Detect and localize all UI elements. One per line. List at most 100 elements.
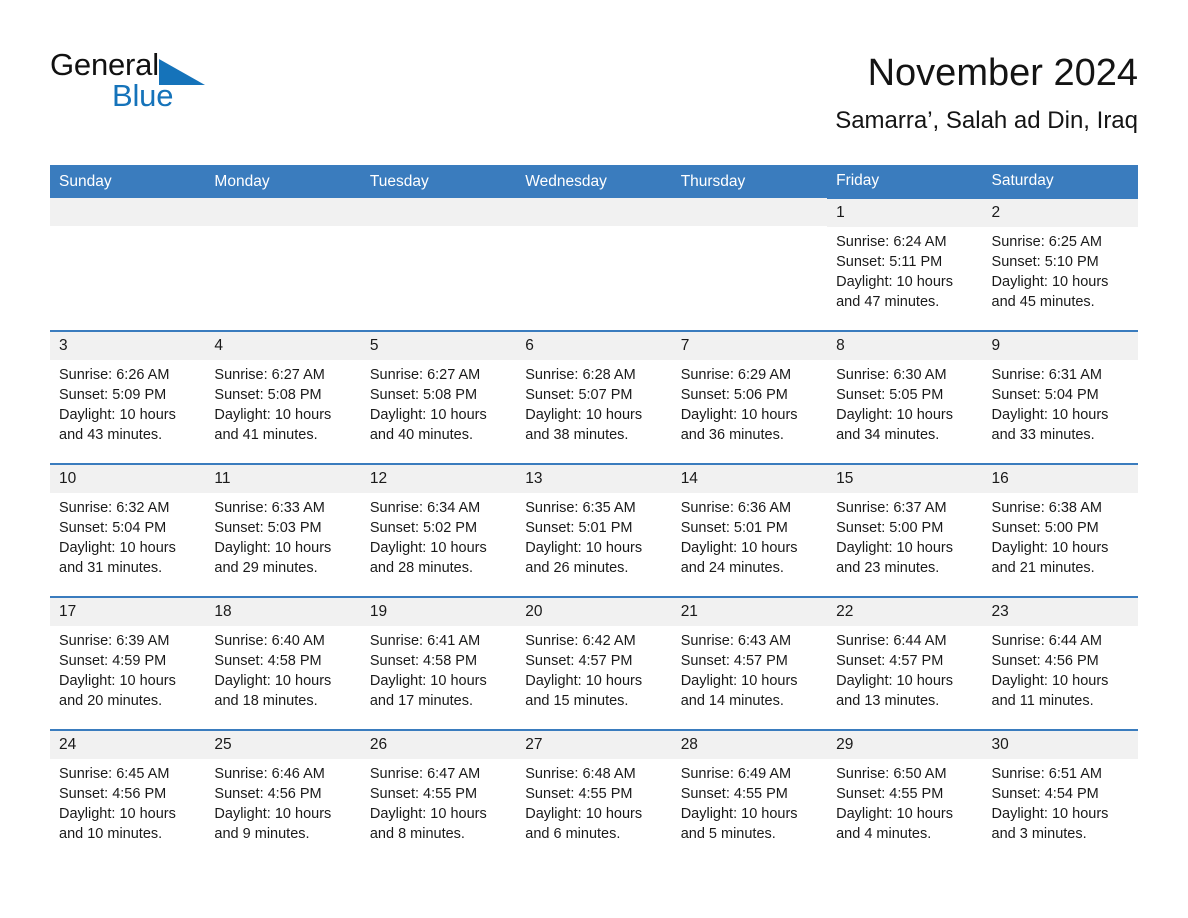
sunset-text: Sunset: 5:01 PM (525, 520, 633, 536)
calendar-day-cell-empty (360, 198, 517, 331)
day-number: 19 (360, 598, 517, 626)
day-info: Sunrise: 6:25 AM Sunset: 5:10 PM Daylight:… (983, 227, 1138, 312)
daylight-text: Daylight: 10 hours and 24 minutes. (680, 540, 798, 576)
day-number (360, 198, 517, 226)
daylight-text: Daylight: 10 hours and 36 minutes. (680, 407, 798, 443)
calendar-day-cell[interactable]: 26 Sunrise: 6:47 AM Sunset: 4:55 PM Dayligh… (360, 729, 517, 863)
calendar-week-row: 17 Sunrise: 6:39 AM Sunset: 4:59 PM Dayligh… (50, 596, 1138, 730)
day-info: Sunrise: 6:38 AM Sunset: 5:00 PM Daylight:… (983, 493, 1138, 578)
daylight-text: Daylight: 10 hours and 33 minutes. (991, 407, 1109, 443)
sunset-text: Sunset: 4:55 PM (525, 786, 633, 802)
day-number: 15 (827, 465, 983, 493)
sunrise-text: Sunrise: 6:26 AM (59, 367, 170, 383)
sunrise-text: Sunrise: 6:33 AM (214, 500, 325, 516)
day-number: 11 (205, 465, 361, 493)
sunset-text: Sunset: 5:08 PM (369, 387, 478, 403)
weekday-header-sunday: Sunday (50, 165, 206, 198)
daylight-text: Daylight: 10 hours and 4 minutes. (836, 806, 953, 842)
daylight-text: Daylight: 10 hours and 15 minutes. (525, 673, 643, 709)
day-number (50, 198, 206, 226)
sunset-text: Sunset: 5:10 PM (991, 254, 1099, 270)
daylight-text: Daylight: 10 hours and 34 minutes. (836, 407, 953, 443)
day-number: 17 (50, 598, 206, 626)
sunrise-text: Sunrise: 6:38 AM (991, 500, 1102, 516)
day-number: 30 (982, 731, 1138, 759)
day-info: Sunrise: 6:45 AM Sunset: 4:56 PM Daylight:… (50, 759, 205, 844)
sunrise-text: Sunrise: 6:41 AM (369, 633, 481, 649)
daylight-text: Daylight: 10 hours and 13 minutes. (836, 673, 953, 709)
weekday-header-monday: Monday (205, 165, 361, 198)
day-info: Sunrise: 6:46 AM Sunset: 4:56 PM Daylight:… (205, 759, 360, 844)
calendar-day-cell[interactable]: 29 Sunrise: 6:50 AM Sunset: 4:55 PM Dayligh… (827, 729, 983, 863)
sunset-text: Sunset: 5:00 PM (836, 520, 944, 536)
calendar-week-row: 10 Sunrise: 6:32 AM Sunset: 5:04 PM Dayligh… (50, 463, 1138, 597)
calendar-day-cell[interactable]: 3 Sunrise: 6:26 AM Sunset: 5:09 PM Daylight… (50, 330, 206, 464)
logo-flag-icon (159, 59, 205, 85)
calendar-day-cell[interactable]: 12 Sunrise: 6:34 AM Sunset: 5:02 PM Dayligh… (360, 463, 517, 597)
sunrise-text: Sunrise: 6:28 AM (525, 367, 636, 383)
day-info: Sunrise: 6:28 AM Sunset: 5:07 PM Daylight:… (516, 360, 671, 445)
calendar-day-cell[interactable]: 28 Sunrise: 6:49 AM Sunset: 4:55 PM Dayligh… (671, 729, 828, 863)
calendar-day-cell[interactable]: 16 Sunrise: 6:38 AM Sunset: 5:00 PM Dayligh… (982, 463, 1138, 597)
day-info: Sunrise: 6:36 AM Sunset: 5:01 PM Daylight:… (672, 493, 827, 578)
daylight-text: Daylight: 10 hours and 41 minutes. (214, 407, 332, 443)
calendar-day-cell[interactable]: 20 Sunrise: 6:42 AM Sunset: 4:57 PM Dayligh… (516, 596, 672, 730)
calendar-day-cell[interactable]: 13 Sunrise: 6:35 AM Sunset: 5:01 PM Dayligh… (516, 463, 672, 597)
sunset-text: Sunset: 4:56 PM (214, 786, 322, 802)
calendar-day-cell[interactable]: 9 Sunrise: 6:31 AM Sunset: 5:04 PM Daylight… (982, 330, 1138, 464)
day-number: 24 (50, 731, 206, 759)
daylight-text: Daylight: 10 hours and 43 minutes. (59, 407, 176, 443)
calendar-day-cell-empty (205, 198, 361, 331)
calendar-day-cell[interactable]: 4 Sunrise: 6:27 AM Sunset: 5:08 PM Daylight… (205, 330, 361, 464)
calendar-day-cell[interactable]: 24 Sunrise: 6:45 AM Sunset: 4:56 PM Dayligh… (50, 729, 206, 863)
logo-text-general: General (50, 47, 159, 82)
calendar-body: 1 Sunrise: 6:24 AM Sunset: 5:11 PM Daylight… (50, 197, 1138, 863)
day-info: Sunrise: 6:51 AM Sunset: 4:54 PM Daylight:… (983, 759, 1138, 844)
calendar-day-cell[interactable]: 19 Sunrise: 6:41 AM Sunset: 4:58 PM Dayligh… (360, 596, 517, 730)
daylight-text: Daylight: 10 hours and 23 minutes. (836, 540, 953, 576)
daylight-text: Daylight: 10 hours and 31 minutes. (59, 540, 176, 576)
calendar-day-cell[interactable]: 15 Sunrise: 6:37 AM Sunset: 5:00 PM Dayligh… (827, 463, 983, 597)
sunrise-text: Sunrise: 6:44 AM (991, 633, 1102, 649)
calendar-table: Sunday Monday Tuesday Wednesday Thursday… (50, 165, 1138, 863)
weekday-header-tuesday: Tuesday (360, 165, 517, 198)
calendar-day-cell[interactable]: 7 Sunrise: 6:29 AM Sunset: 5:06 PM Daylight… (671, 330, 828, 464)
sunset-text: Sunset: 4:57 PM (525, 653, 633, 669)
calendar-day-cell[interactable]: 21 Sunrise: 6:43 AM Sunset: 4:57 PM Dayligh… (671, 596, 828, 730)
sunrise-text: Sunrise: 6:43 AM (680, 633, 792, 649)
daylight-text: Daylight: 10 hours and 14 minutes. (680, 673, 798, 709)
day-info: Sunrise: 6:37 AM Sunset: 5:00 PM Daylight:… (827, 493, 982, 578)
calendar-day-cell[interactable]: 14 Sunrise: 6:36 AM Sunset: 5:01 PM Dayligh… (671, 463, 828, 597)
sunset-text: Sunset: 4:55 PM (680, 786, 788, 802)
calendar-day-cell[interactable]: 11 Sunrise: 6:33 AM Sunset: 5:03 PM Dayligh… (205, 463, 361, 597)
day-info: Sunrise: 6:48 AM Sunset: 4:55 PM Daylight:… (516, 759, 671, 844)
calendar-day-cell[interactable]: 22 Sunrise: 6:44 AM Sunset: 4:57 PM Dayligh… (827, 596, 983, 730)
sunset-text: Sunset: 5:07 PM (525, 387, 633, 403)
sunset-text: Sunset: 4:55 PM (836, 786, 944, 802)
day-info: Sunrise: 6:40 AM Sunset: 4:58 PM Daylight:… (205, 626, 360, 711)
calendar-day-cell[interactable]: 30 Sunrise: 6:51 AM Sunset: 4:54 PM Dayligh… (982, 729, 1138, 863)
sunset-text: Sunset: 4:56 PM (59, 786, 167, 802)
sunrise-text: Sunrise: 6:34 AM (369, 500, 481, 516)
daylight-text: Daylight: 10 hours and 26 minutes. (525, 540, 643, 576)
calendar-day-cell[interactable]: 18 Sunrise: 6:40 AM Sunset: 4:58 PM Dayligh… (205, 596, 361, 730)
calendar-day-cell[interactable]: 17 Sunrise: 6:39 AM Sunset: 4:59 PM Dayligh… (50, 596, 206, 730)
calendar-day-cell[interactable]: 5 Sunrise: 6:27 AM Sunset: 5:08 PM Daylight… (360, 330, 517, 464)
calendar-day-cell[interactable]: 8 Sunrise: 6:30 AM Sunset: 5:05 PM Daylight… (827, 330, 983, 464)
calendar-day-cell[interactable]: 25 Sunrise: 6:46 AM Sunset: 4:56 PM Dayligh… (205, 729, 361, 863)
day-number: 13 (516, 465, 672, 493)
calendar-day-cell[interactable]: 6 Sunrise: 6:28 AM Sunset: 5:07 PM Daylight… (516, 330, 672, 464)
calendar-day-cell[interactable]: 27 Sunrise: 6:48 AM Sunset: 4:55 PM Dayligh… (516, 729, 672, 863)
sunrise-text: Sunrise: 6:27 AM (369, 367, 481, 383)
calendar-day-cell[interactable]: 10 Sunrise: 6:32 AM Sunset: 5:04 PM Dayligh… (50, 463, 206, 597)
sunset-text: Sunset: 4:54 PM (991, 786, 1099, 802)
calendar-day-cell[interactable]: 2 Sunrise: 6:25 AM Sunset: 5:10 PM Daylight… (982, 197, 1138, 331)
day-number: 2 (982, 199, 1138, 227)
weekday-header-thursday: Thursday (671, 165, 828, 198)
generalblue-logo[interactable]: General Blue (50, 48, 230, 126)
daylight-text: Daylight: 10 hours and 20 minutes. (59, 673, 176, 709)
calendar-day-cell[interactable]: 1 Sunrise: 6:24 AM Sunset: 5:11 PM Daylight… (827, 197, 983, 331)
day-info: Sunrise: 6:35 AM Sunset: 5:01 PM Daylight:… (516, 493, 671, 578)
calendar-day-cell[interactable]: 23 Sunrise: 6:44 AM Sunset: 4:56 PM Dayligh… (982, 596, 1138, 730)
sunset-text: Sunset: 4:55 PM (369, 786, 478, 802)
